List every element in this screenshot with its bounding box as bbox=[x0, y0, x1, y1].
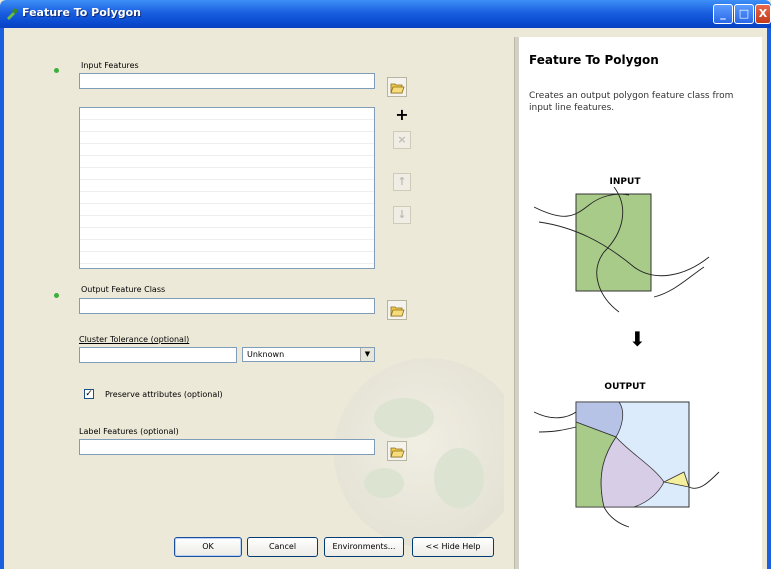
browse-label-features-button[interactable] bbox=[387, 441, 407, 461]
remove-x-icon: × bbox=[397, 133, 407, 146]
dialog-window: Feature To Polygon _ □ X Input Features … bbox=[0, 0, 771, 569]
preserve-attributes-label: Preserve attributes (optional) bbox=[105, 390, 223, 399]
move-up-button[interactable]: ↑ bbox=[393, 173, 411, 191]
window-title: Feature To Polygon bbox=[22, 6, 142, 19]
open-folder-icon bbox=[390, 83, 405, 94]
tool-icon bbox=[7, 8, 18, 20]
dropdown-arrow-icon[interactable]: ▼ bbox=[360, 348, 374, 361]
input-features-label: Input Features bbox=[81, 61, 139, 70]
help-scrollbar[interactable] bbox=[762, 37, 767, 569]
check-icon: ✓ bbox=[85, 389, 93, 399]
maximize-icon: □ bbox=[738, 7, 750, 20]
unit-selected-value: Unknown bbox=[247, 350, 285, 359]
parameters-panel: Input Features + × ↑ ↓ Output Feature Cl… bbox=[4, 28, 514, 569]
label-features-field[interactable] bbox=[79, 439, 375, 455]
arrow-down-icon: ⬇ bbox=[629, 327, 646, 351]
title-bar[interactable]: Feature To Polygon _ □ X bbox=[0, 0, 771, 28]
input-caption: INPUT bbox=[609, 177, 641, 187]
arrow-up-icon: ↑ bbox=[397, 175, 407, 188]
cluster-tolerance-unit-select[interactable]: Unknown ▼ bbox=[242, 347, 375, 362]
input-features-field[interactable] bbox=[79, 73, 375, 89]
cancel-button[interactable]: Cancel bbox=[247, 537, 318, 557]
globe-land-shape bbox=[364, 468, 404, 498]
globe-land-shape bbox=[374, 398, 434, 438]
parameters-scrollbar[interactable] bbox=[504, 40, 514, 520]
close-button[interactable]: X bbox=[755, 4, 771, 24]
output-feature-class-label: Output Feature Class bbox=[81, 285, 166, 294]
required-indicator-icon bbox=[54, 68, 59, 73]
help-title: Feature To Polygon bbox=[529, 53, 659, 67]
browse-output-button[interactable] bbox=[387, 300, 407, 320]
minimize-button[interactable]: _ bbox=[713, 4, 733, 24]
browse-input-button[interactable] bbox=[387, 77, 407, 97]
help-panel: Feature To Polygon Creates an output pol… bbox=[519, 37, 762, 569]
add-item-button[interactable]: + bbox=[393, 107, 411, 125]
remove-item-button[interactable]: × bbox=[393, 131, 411, 149]
output-feature-class-field[interactable] bbox=[79, 298, 375, 314]
move-down-button[interactable]: ↓ bbox=[393, 206, 411, 224]
input-features-list[interactable] bbox=[79, 107, 375, 269]
globe-land-shape bbox=[434, 448, 484, 508]
preserve-attributes-checkbox[interactable]: ✓ bbox=[84, 389, 94, 399]
hide-help-button[interactable]: << Hide Help bbox=[412, 537, 494, 557]
cluster-tolerance-field[interactable] bbox=[79, 347, 237, 363]
output-caption: OUTPUT bbox=[604, 382, 646, 392]
minimize-icon: _ bbox=[720, 7, 726, 20]
open-folder-icon bbox=[390, 447, 405, 458]
plus-icon: + bbox=[395, 105, 409, 124]
output-diagram bbox=[534, 401, 720, 528]
environments-button[interactable]: Environments... bbox=[324, 537, 404, 557]
close-icon: X bbox=[758, 7, 768, 20]
maximize-button[interactable]: □ bbox=[734, 4, 754, 24]
cluster-tolerance-label: Cluster Tolerance (optional) bbox=[79, 335, 190, 344]
open-folder-icon bbox=[390, 306, 405, 317]
arrow-down-icon: ↓ bbox=[397, 208, 407, 221]
help-description: Creates an output polygon feature class … bbox=[529, 91, 734, 113]
label-features-label: Label Features (optional) bbox=[79, 427, 179, 436]
required-indicator-icon bbox=[54, 293, 59, 298]
window-frame-right bbox=[767, 28, 771, 569]
input-diagram bbox=[534, 187, 710, 313]
ok-button[interactable]: OK bbox=[174, 537, 242, 557]
